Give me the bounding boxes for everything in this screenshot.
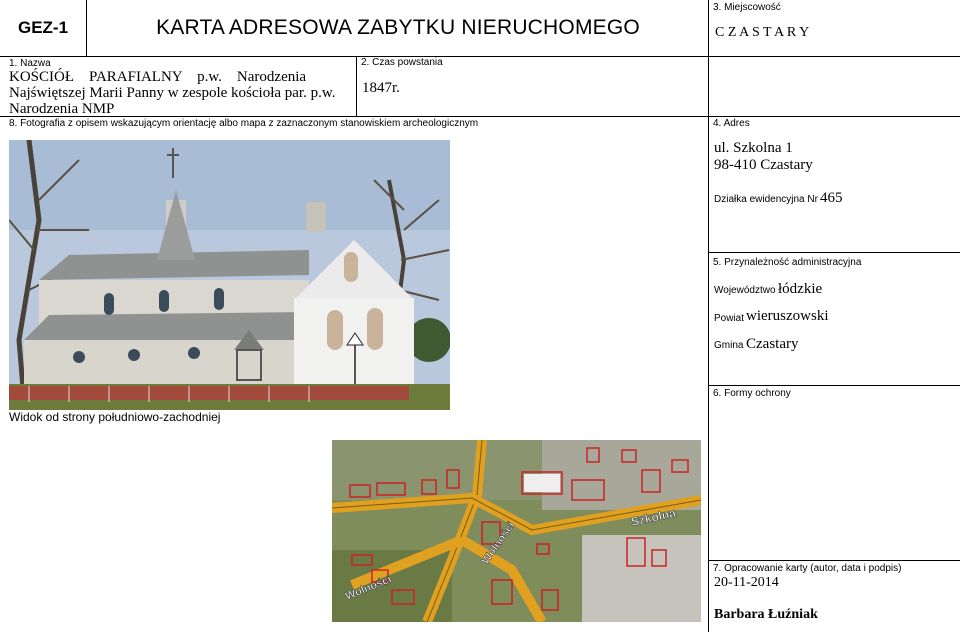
commune-label: Gmina bbox=[714, 340, 744, 351]
voivodeship-value: łódzkie bbox=[778, 281, 823, 297]
date-value: 1847r. bbox=[362, 80, 400, 96]
locality-label: 3. Miejscowość bbox=[713, 2, 781, 13]
protection-label: 6. Formy ochrony bbox=[713, 388, 791, 399]
prepared-author: Barbara Łuźniak bbox=[714, 607, 818, 622]
parcel-value: 465 bbox=[820, 190, 843, 206]
voivodeship-label: Województwo bbox=[714, 285, 776, 296]
name-label: 1. Nazwa bbox=[9, 58, 51, 69]
prepared-by-label: 7. Opracowanie karty (autor, data i podp… bbox=[713, 563, 902, 574]
prepared-date: 20-11-2014 bbox=[714, 575, 779, 590]
address-street: ul. Szkolna 1 bbox=[714, 140, 793, 156]
name-line-2: Najświętszej Marii Panny w zespole kości… bbox=[9, 85, 336, 101]
county-label: Powiat bbox=[714, 313, 745, 324]
card-title: KARTA ADRESOWA ZABYTKU NIERUCHOMEGO bbox=[156, 16, 640, 39]
commune-value: Czastary bbox=[746, 336, 799, 352]
cadastral-map: Szkolna Wolności Wolności bbox=[332, 440, 701, 622]
card-code: GEZ-1 bbox=[17, 18, 69, 37]
parcel-label: Działka ewidencyjna Nr bbox=[714, 194, 818, 205]
name-line-1: KOŚCIÓŁ PARAFIALNY p.w. Narodzenia bbox=[9, 69, 307, 85]
county-value: wieruszowski bbox=[746, 308, 829, 324]
photo-field-label: 8. Fotografia z opisem wskazującym orien… bbox=[9, 118, 479, 129]
address-city: 98-410 Czastary bbox=[714, 157, 813, 173]
photo-caption: Widok od strony południowo-zachodniej bbox=[9, 410, 221, 424]
locality-value: C Z A S T A R Y bbox=[715, 25, 810, 40]
church-photo bbox=[9, 140, 450, 410]
name-line-3: Narodzenia NMP bbox=[9, 101, 115, 117]
admin-label: 5. Przynależność administracyjna bbox=[713, 257, 862, 268]
address-label: 4. Adres bbox=[713, 118, 750, 129]
date-label: 2. Czas powstania bbox=[361, 57, 443, 68]
